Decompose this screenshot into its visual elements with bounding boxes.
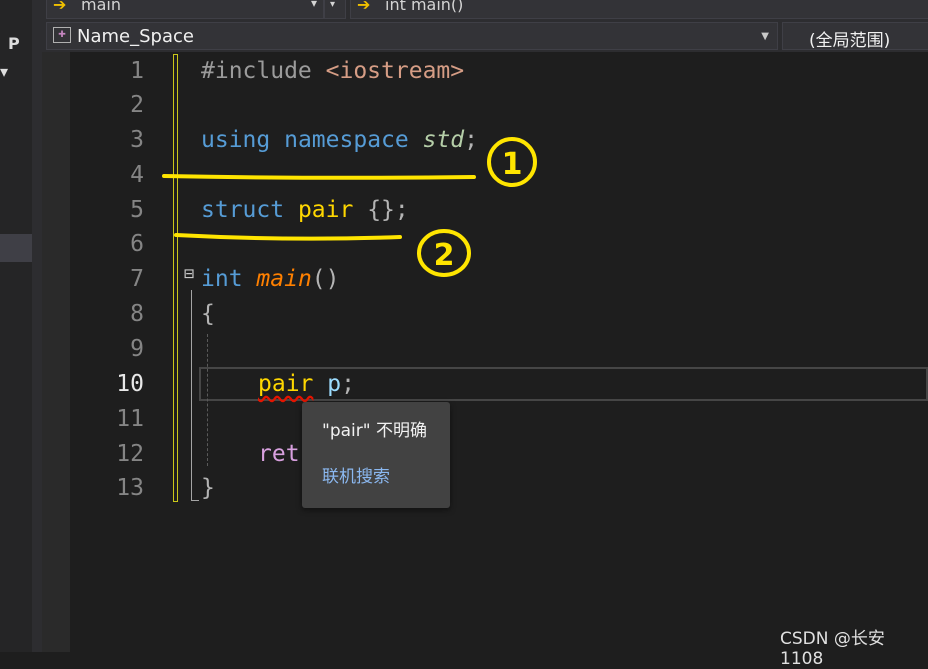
handwritten-annotations: 1 2: [162, 137, 537, 277]
error-tooltip: "pair" 不明确 联机搜索: [302, 402, 450, 508]
tooltip-message: "pair" 不明确: [322, 421, 427, 441]
underline-mark-2: [174, 233, 402, 241]
annotation-number-1: 1: [502, 147, 523, 182]
underline-mark-1: [162, 174, 476, 180]
annotation-number-2: 2: [434, 238, 455, 273]
watermark: CSDN @长安1108: [780, 629, 885, 669]
search-online-link[interactable]: 联机搜索: [322, 462, 390, 487]
